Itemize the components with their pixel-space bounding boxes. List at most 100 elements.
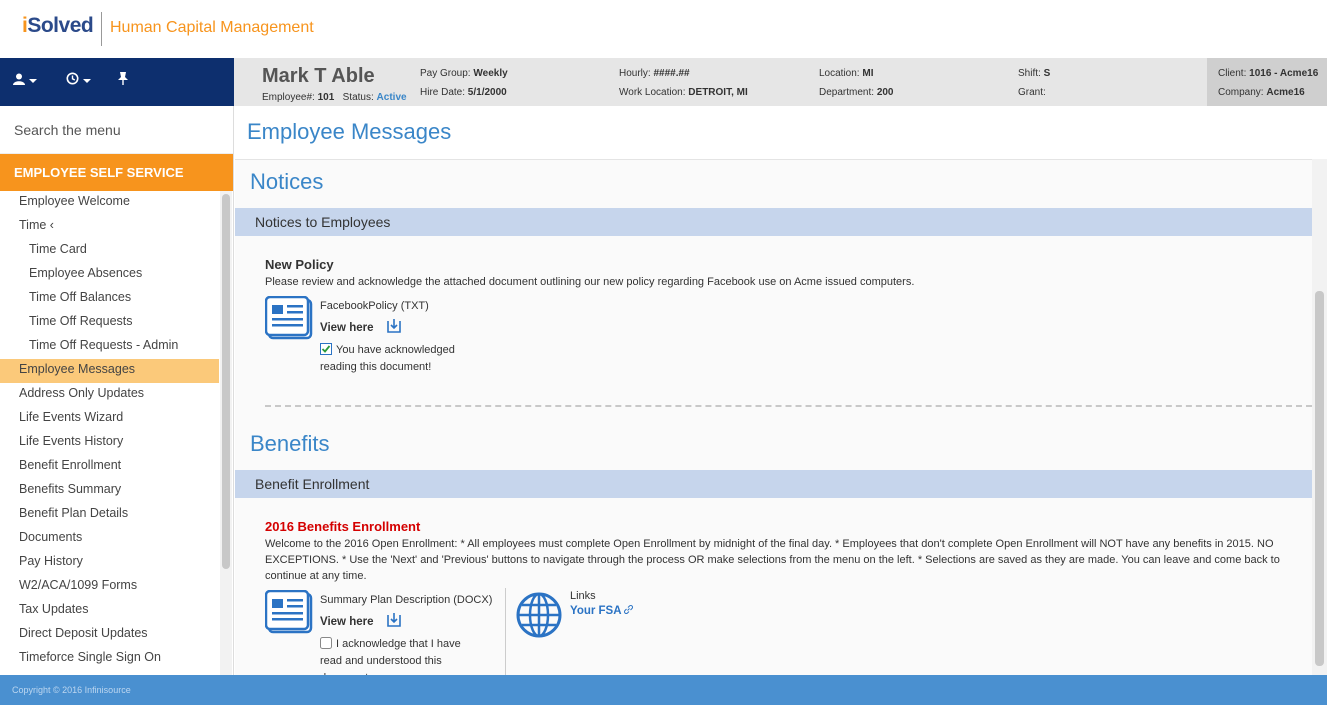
globe-icon [516,592,562,638]
location-label: Location: [819,68,860,79]
department-value: 200 [876,87,894,98]
section-employee-self-service[interactable]: EMPLOYEE SELF SERVICE [0,154,233,191]
hire-date-value: 5/1/2000 [467,87,507,98]
document-icon [265,296,313,340]
status-value: Active [376,92,407,103]
enrollment-view-here-link[interactable]: View here [320,616,374,628]
enrollment-title: 2016 Benefits Enrollment [265,519,421,534]
pay-group-value: Weekly [473,68,508,79]
download-icon[interactable] [387,613,401,627]
sidebar: EMPLOYEE SELF SERVICE Employee WelcomeTi… [0,106,234,675]
your-fsa-link[interactable]: Your FSA [570,605,634,617]
client-box: Client: 1016 - Acme16 Company: Acme16 [1207,58,1327,106]
caret-down-icon [28,79,37,83]
enrollment-ack-text: I acknowledge that I have read and under… [320,638,461,675]
sidebar-item-timeforce-single-sign-on[interactable]: Timeforce Single Sign On [0,647,219,671]
shift-field: Shift: S [1018,68,1050,79]
document-icon [265,590,313,634]
department-label: Department: [819,87,875,98]
external-link-icon [624,605,634,614]
nav-header [0,58,234,106]
sidebar-item-time-off-requests-admin[interactable]: Time Off Requests - Admin [0,335,219,359]
sidebar-scrollbar-thumb[interactable] [222,194,230,569]
sidebar-item-pay-history[interactable]: Pay History [0,551,219,575]
sidebar-item-benefit-plan-details[interactable]: Benefit Plan Details [0,503,219,527]
history-menu-button[interactable] [66,72,91,88]
department-field: Department: 200 [819,87,894,98]
footer: Copyright © 2016 Infinisource [0,675,1327,705]
notice-title: New Policy [265,257,334,272]
company-label: Company: [1218,87,1264,98]
history-icon [66,72,79,85]
notice-doc-label: FacebookPolicy (TXT) [320,300,429,312]
page-title: Employee Messages [247,119,452,144]
enrollment-doc-label: Summary Plan Description (DOCX) [320,594,493,606]
sidebar-item-time-off-balances[interactable]: Time Off Balances [0,287,219,311]
checked-icon [320,343,332,355]
pin-button[interactable] [118,72,128,88]
sidebar-item-employee-absences[interactable]: Employee Absences [0,263,219,287]
sidebar-item-life-events-history[interactable]: Life Events History [0,431,219,455]
user-icon [13,73,25,85]
hourly-label: Hourly: [619,68,651,79]
shift-label: Shift: [1018,68,1041,79]
isolved-logo[interactable]: iSolved [22,14,94,38]
enrollment-acknowledge: I acknowledge that I have read and under… [320,636,480,675]
section-divider [265,405,1312,407]
company-value: Acme16 [1266,87,1305,98]
client-field: Client: 1016 - Acme16 [1218,68,1318,79]
sidebar-item-tax-updates[interactable]: Tax Updates [0,599,219,623]
sidebar-item-life-events-wizard[interactable]: Life Events Wizard [0,407,219,431]
client-value: 1016 - Acme16 [1249,68,1319,79]
status-label: Status: [342,92,374,103]
sidebar-item-time-card[interactable]: Time Card [0,239,219,263]
employee-number-label: Employee#: [262,92,315,103]
sidebar-item-employee-welcome[interactable]: Employee Welcome [0,191,219,215]
notices-band: Notices to Employees [235,208,1312,236]
benefit-enrollment-band: Benefit Enrollment [235,470,1312,498]
hourly-value: ####.## [653,68,690,79]
pay-group-label: Pay Group: [420,68,471,79]
main-scrollbar-thumb[interactable] [1315,291,1324,666]
work-location-label: Work Location: [619,87,686,98]
hire-date-field: Hire Date: 5/1/2000 [420,87,507,98]
shift-value: S [1043,68,1051,79]
brand-bar: iSolved Human Capital Management [0,0,1327,58]
app-window: iSolved Human Capital Management Mark T … [0,0,1327,705]
employee-header: Mark T Able Employee#: 101 Status: Activ… [234,58,1207,106]
pay-group-field: Pay Group: Weekly [420,68,508,79]
company-field: Company: Acme16 [1218,87,1305,98]
user-menu-button[interactable] [13,72,37,88]
download-icon[interactable] [387,319,401,333]
sidebar-item-benefit-enrollment[interactable]: Benefit Enrollment [0,455,219,479]
location-value: MI [862,68,874,79]
your-fsa-link-text: Your FSA [570,605,622,617]
employee-name: Mark T Able [262,65,375,87]
sidebar-item-documents[interactable]: Documents [0,527,219,551]
sidebar-item-time-off-requests[interactable]: Time Off Requests [0,311,219,335]
app-title: Human Capital Management [110,19,314,36]
sidebar-item-address-only-updates[interactable]: Address Only Updates [0,383,219,407]
sidebar-item-time[interactable]: Time ‹ [0,215,219,239]
hire-date-label: Hire Date: [420,87,466,98]
notice-view-here-link[interactable]: View here [320,322,374,334]
grant-label: Grant: [1018,87,1046,98]
work-location-field: Work Location: DETROIT, MI [619,87,748,98]
pin-icon [118,72,128,85]
menu-search-input[interactable] [0,106,233,154]
client-label: Client: [1218,68,1247,79]
grant-field: Grant: [1018,87,1046,98]
sidebar-item-w2-aca-1099-forms[interactable]: W2/ACA/1099 Forms [0,575,219,599]
sidebar-menu: Employee Welcome Time ‹ Time Card Employee … [0,191,219,671]
notices-heading: Notices [250,169,324,194]
benefits-heading: Benefits [250,431,330,456]
sidebar-item-direct-deposit-updates[interactable]: Direct Deposit Updates [0,623,219,647]
logo-text: Solved [27,14,94,37]
acknowledge-checkbox[interactable] [320,637,332,649]
sidebar-item-employee-messages[interactable]: Employee Messages [0,359,219,383]
employee-number-field: Employee#: 101 Status: Active [262,92,407,103]
messages-panel: Notices Notices to Employees New Policy … [235,159,1312,675]
sidebar-item-benefits-summary[interactable]: Benefits Summary [0,479,219,503]
caret-down-icon [82,79,91,83]
work-location-value: DETROIT, MI [688,87,748,98]
